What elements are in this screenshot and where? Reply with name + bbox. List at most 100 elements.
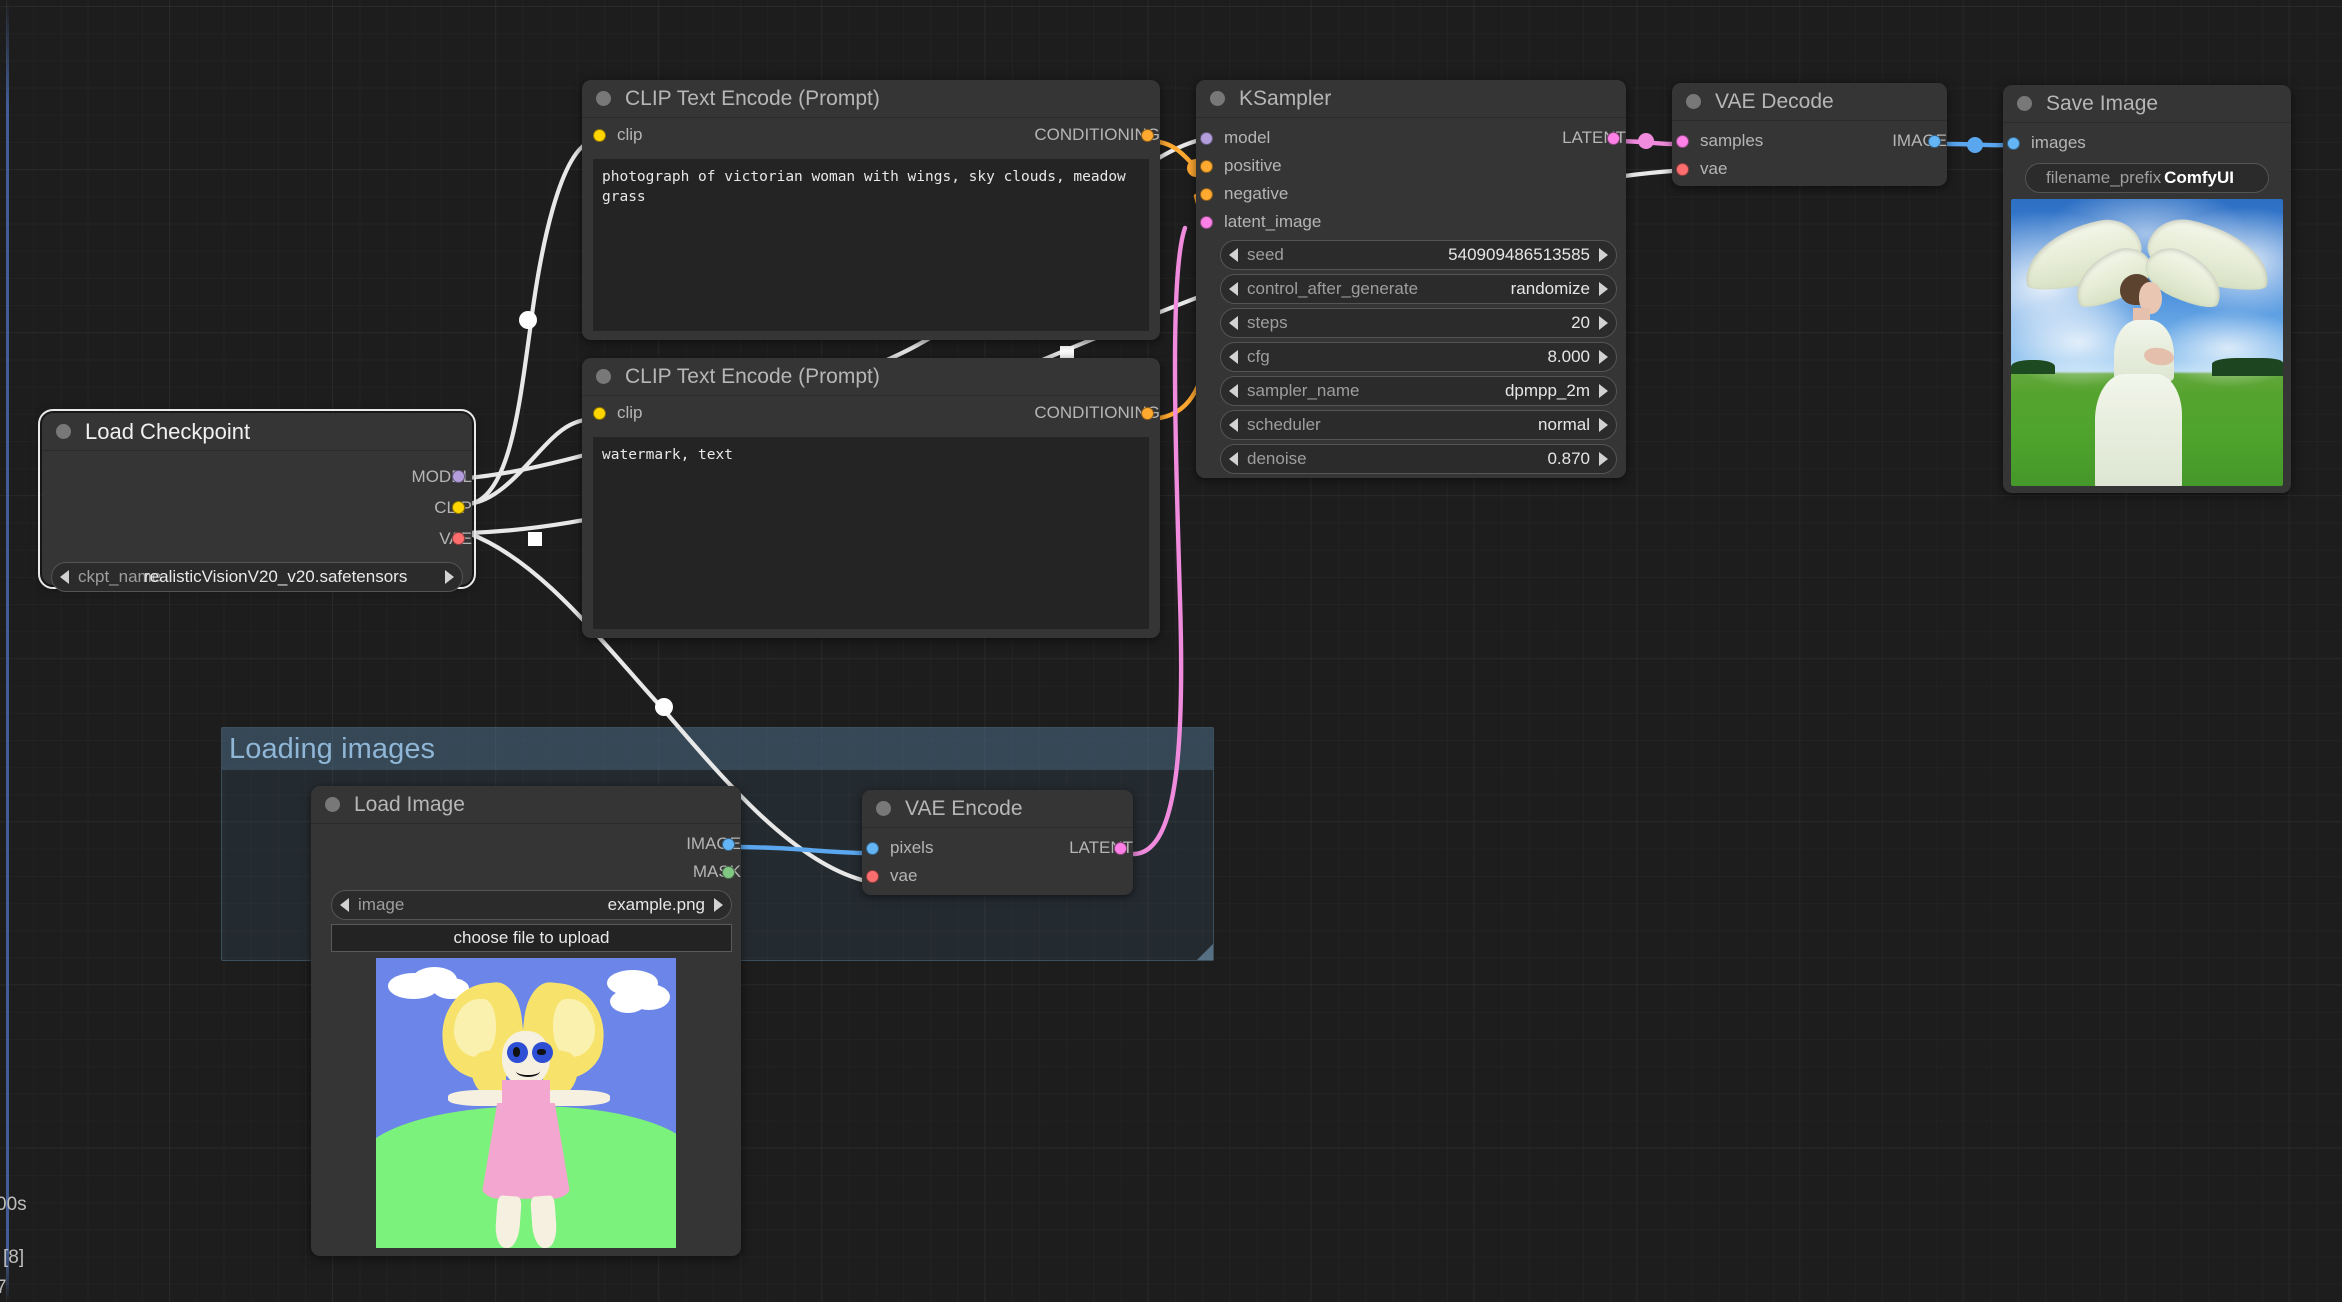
- slot-dot-vae-icon: [1676, 162, 1689, 176]
- node-title-label: CLIP Text Encode (Prompt): [625, 86, 880, 110]
- generated-angel-image: [2011, 199, 2283, 486]
- output-slot-clip[interactable]: CLIP: [434, 498, 472, 518]
- choose-file-to-upload-button[interactable]: choose file to upload: [331, 924, 732, 952]
- slot-dot-clip-icon: [593, 406, 606, 420]
- widget-denoise[interactable]: denoise 0.870: [1220, 444, 1617, 474]
- prompt-textarea-positive[interactable]: photograph of victorian woman with wings…: [593, 159, 1149, 331]
- image-preview-save[interactable]: [2011, 199, 2283, 486]
- node-title[interactable]: CLIP Text Encode (Prompt): [582, 80, 1160, 118]
- input-slot-images[interactable]: images: [2003, 133, 2086, 153]
- node-ksampler[interactable]: KSampler model LATENT positive negative …: [1196, 80, 1626, 478]
- input-slot-negative[interactable]: negative: [1196, 184, 1288, 204]
- input-slot-clip[interactable]: clip: [582, 403, 643, 423]
- collapse-dot-icon[interactable]: [56, 424, 71, 439]
- input-slot-clip[interactable]: clip: [582, 125, 643, 145]
- group-resize-handle[interactable]: [1197, 944, 1213, 960]
- node-title[interactable]: KSampler: [1196, 80, 1626, 118]
- increment-arrow-icon[interactable]: [1599, 282, 1608, 296]
- widget-seed[interactable]: seed 540909486513585: [1220, 240, 1617, 270]
- input-slot-label: samples: [1700, 131, 1764, 150]
- node-body: clip CONDITIONING photograph of victoria…: [582, 118, 1160, 331]
- output-slot-latent[interactable]: LATENT: [1069, 838, 1133, 858]
- collapse-dot-icon[interactable]: [1686, 94, 1701, 109]
- node-title[interactable]: Load Image: [311, 786, 741, 824]
- collapse-dot-icon[interactable]: [876, 801, 891, 816]
- input-slot-label: negative: [1224, 184, 1289, 203]
- node-clip-text-encode-negative[interactable]: CLIP Text Encode (Prompt) clip CONDITION…: [582, 358, 1160, 638]
- node-title[interactable]: Load Checkpoint: [42, 413, 472, 451]
- node-title-label: VAE Decode: [1715, 89, 1834, 113]
- output-slot-image[interactable]: IMAGE: [686, 834, 741, 854]
- node-title[interactable]: Save Image: [2003, 85, 2291, 123]
- widget-sampler-name[interactable]: sampler_name dpmpp_2m: [1220, 376, 1617, 406]
- node-load-image[interactable]: Load Image IMAGE MASK image example.png: [311, 786, 741, 1256]
- slot-dot-clip-icon: [452, 501, 465, 514]
- node-title[interactable]: VAE Decode: [1672, 83, 1947, 121]
- wire-reroute-dot: [519, 311, 537, 329]
- node-clip-text-encode-positive[interactable]: CLIP Text Encode (Prompt) clip CONDITION…: [582, 80, 1160, 340]
- input-slot-latent-image[interactable]: latent_image: [1196, 212, 1321, 232]
- widget-image[interactable]: image example.png: [331, 890, 732, 920]
- node-title-label: CLIP Text Encode (Prompt): [625, 364, 880, 388]
- decrement-arrow-icon[interactable]: [1229, 316, 1238, 330]
- slot-dot-conditioning-icon: [1200, 159, 1213, 173]
- widget-ckpt-name[interactable]: ckpt_name realisticVisionV20_v20.safeten…: [51, 562, 463, 592]
- widget-value: ComfyUI: [2164, 168, 2234, 187]
- widget-value: realisticVisionV20_v20.safetensors: [144, 567, 408, 586]
- prompt-textarea-negative[interactable]: watermark, text: [593, 437, 1149, 629]
- decrement-arrow-icon[interactable]: [1229, 248, 1238, 262]
- collapse-dot-icon[interactable]: [596, 369, 611, 384]
- slot-dot-model-icon: [1200, 131, 1213, 145]
- slot-dot-image-icon: [722, 837, 735, 851]
- node-load-checkpoint[interactable]: Load Checkpoint MODEL CLIP VAE: [38, 409, 476, 592]
- node-save-image[interactable]: Save Image images filename_prefix ComfyU…: [2003, 85, 2291, 493]
- increment-arrow-icon[interactable]: [445, 570, 454, 584]
- node-title[interactable]: VAE Encode: [862, 790, 1133, 828]
- input-slot-label: images: [2031, 133, 2086, 152]
- node-title-label: VAE Encode: [905, 796, 1023, 820]
- widget-control-after-generate[interactable]: control_after_generate randomize: [1220, 274, 1617, 304]
- decrement-arrow-icon[interactable]: [60, 570, 69, 584]
- increment-arrow-icon[interactable]: [1599, 316, 1608, 330]
- collapse-dot-icon[interactable]: [2017, 96, 2032, 111]
- image-preview-load[interactable]: [376, 958, 676, 1248]
- input-slot-pixels[interactable]: pixels: [862, 838, 933, 858]
- input-slot-vae[interactable]: vae: [1672, 159, 1727, 179]
- node-vae-encode[interactable]: VAE Encode pixels LATENT vae: [862, 790, 1133, 895]
- input-slot-vae[interactable]: vae: [862, 866, 917, 886]
- widget-steps[interactable]: steps 20: [1220, 308, 1617, 338]
- output-slot-vae[interactable]: VAE: [439, 529, 472, 549]
- input-slot-samples[interactable]: samples: [1672, 131, 1763, 151]
- collapse-dot-icon[interactable]: [1210, 91, 1225, 106]
- increment-arrow-icon[interactable]: [1599, 418, 1608, 432]
- node-title[interactable]: CLIP Text Encode (Prompt): [582, 358, 1160, 396]
- output-slot-model[interactable]: MODEL: [412, 467, 472, 487]
- increment-arrow-icon[interactable]: [1599, 452, 1608, 466]
- widget-filename-prefix[interactable]: filename_prefix ComfyUI: [2025, 163, 2269, 193]
- collapse-dot-icon[interactable]: [325, 797, 340, 812]
- decrement-arrow-icon[interactable]: [1229, 384, 1238, 398]
- output-slot-latent[interactable]: LATENT: [1562, 128, 1626, 148]
- decrement-arrow-icon[interactable]: [1229, 418, 1238, 432]
- increment-arrow-icon[interactable]: [1599, 350, 1608, 364]
- increment-arrow-icon[interactable]: [1599, 384, 1608, 398]
- output-slot-conditioning[interactable]: CONDITIONING: [1034, 125, 1160, 145]
- widget-scheduler[interactable]: scheduler normal: [1220, 410, 1617, 440]
- widget-cfg[interactable]: cfg 8.000: [1220, 342, 1617, 372]
- decrement-arrow-icon[interactable]: [1229, 452, 1238, 466]
- decrement-arrow-icon[interactable]: [340, 898, 349, 912]
- widget-value: 540909486513585: [1448, 245, 1590, 264]
- increment-arrow-icon[interactable]: [714, 898, 723, 912]
- decrement-arrow-icon[interactable]: [1229, 282, 1238, 296]
- collapse-dot-icon[interactable]: [596, 91, 611, 106]
- output-slot-conditioning[interactable]: CONDITIONING: [1034, 403, 1160, 423]
- output-slot-image[interactable]: IMAGE: [1892, 131, 1947, 151]
- graph-canvas[interactable]: Loading images CLIP Text Encode (Prompt)…: [0, 0, 2342, 1302]
- input-slot-model[interactable]: model: [1196, 128, 1270, 148]
- node-vae-decode[interactable]: VAE Decode samples IMAGE vae: [1672, 83, 1947, 186]
- increment-arrow-icon[interactable]: [1599, 248, 1608, 262]
- decrement-arrow-icon[interactable]: [1229, 350, 1238, 364]
- input-slot-positive[interactable]: positive: [1196, 156, 1282, 176]
- output-slot-mask[interactable]: MASK: [693, 862, 741, 882]
- overlay-text-line-2: [8]: [3, 1247, 25, 1268]
